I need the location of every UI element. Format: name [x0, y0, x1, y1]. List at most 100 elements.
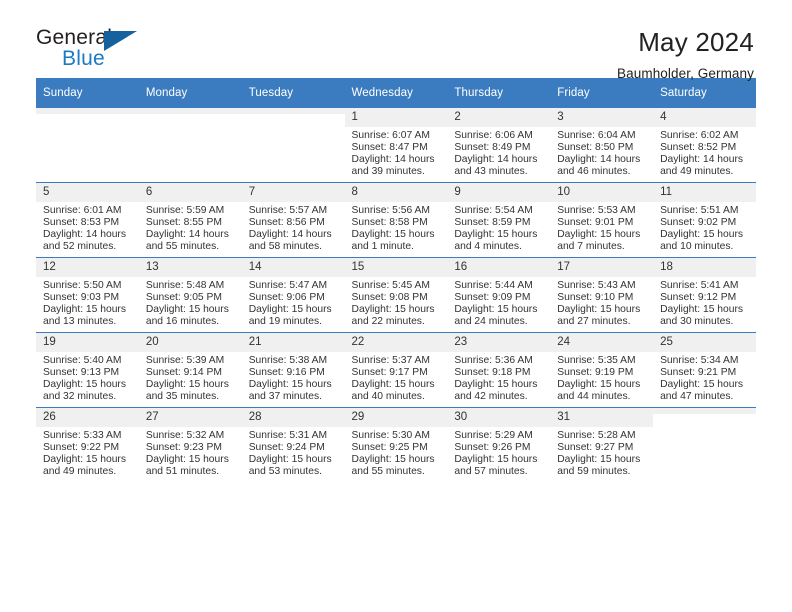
calendar-day-cell[interactable]: 11 Sunrise: 5:51 AM Sunset: 9:02 PM Dayligh… [653, 182, 756, 258]
calendar-day-cell[interactable]: 4 Sunrise: 6:02 AM Sunset: 8:52 PM Daylight… [653, 107, 756, 183]
calendar-day-cell[interactable]: 25 Sunrise: 5:34 AM Sunset: 9:21 PM Dayligh… [653, 332, 756, 408]
day-sun-info: Sunrise: 5:47 AM Sunset: 9:06 PM Daylight:… [242, 277, 345, 328]
daylight-text-line1: Daylight: 15 hours [351, 303, 435, 315]
daylight-text-line2: and 49 minutes. [660, 165, 734, 177]
calendar-day-cell[interactable]: 1 Sunrise: 6:07 AM Sunset: 8:47 PM Daylight… [344, 107, 448, 183]
daylight-text-line2: and 19 minutes. [248, 315, 322, 327]
calendar-day-cell[interactable]: 12 Sunrise: 5:50 AM Sunset: 9:03 PM Dayligh… [36, 257, 139, 333]
day-number: 15 [344, 258, 448, 277]
calendar-day-cell[interactable]: 26 Sunrise: 5:33 AM Sunset: 9:22 PM Dayligh… [36, 407, 139, 482]
calendar-day-cell[interactable]: 8 Sunrise: 5:56 AM Sunset: 8:58 PM Daylight… [344, 182, 448, 258]
day-sun-info: Sunrise: 5:36 AM Sunset: 9:18 PM Daylight:… [447, 352, 550, 403]
sunset-text: Sunset: 9:27 PM [557, 441, 634, 453]
calendar-day-cell[interactable]: 22 Sunrise: 5:37 AM Sunset: 9:17 PM Dayligh… [344, 332, 448, 408]
sunrise-text: Sunrise: 5:54 AM [454, 205, 533, 216]
calendar-day-cell-empty [138, 107, 242, 183]
sunrise-text: Sunrise: 5:37 AM [351, 355, 430, 366]
calendar-day-cell-empty [36, 107, 139, 183]
calendar-day-cell[interactable]: 18 Sunrise: 5:41 AM Sunset: 9:12 PM Dayligh… [653, 257, 756, 333]
calendar-day-cell[interactable]: 10 Sunrise: 5:53 AM Sunset: 9:01 PM Dayligh… [550, 182, 654, 258]
daylight-text-line1: Daylight: 15 hours [557, 378, 641, 390]
daylight-text-line1: Daylight: 14 hours [454, 153, 538, 165]
calendar-day-cell[interactable]: 14 Sunrise: 5:47 AM Sunset: 9:06 PM Dayligh… [241, 257, 345, 333]
day-sun-info: Sunrise: 5:31 AM Sunset: 9:24 PM Daylight:… [242, 427, 345, 478]
day-number: 6 [138, 183, 242, 202]
daylight-text-line1: Daylight: 14 hours [557, 153, 641, 165]
calendar-week-row: 1 Sunrise: 6:07 AM Sunset: 8:47 PM Daylight… [36, 107, 756, 183]
daylight-text-line1: Daylight: 15 hours [43, 303, 126, 315]
sunset-text: Sunset: 9:12 PM [660, 291, 737, 303]
daylight-text-line2: and 32 minutes. [43, 390, 117, 402]
sunrise-text: Sunrise: 5:36 AM [454, 355, 533, 366]
sunrise-text: Sunrise: 5:53 AM [557, 205, 636, 216]
sunset-text: Sunset: 8:50 PM [557, 141, 634, 153]
day-number: 20 [138, 333, 242, 352]
calendar-day-cell[interactable]: 23 Sunrise: 5:36 AM Sunset: 9:18 PM Dayligh… [447, 332, 551, 408]
day-sun-info: Sunrise: 5:51 AM Sunset: 9:02 PM Daylight:… [653, 202, 756, 253]
calendar-day-cell[interactable]: 13 Sunrise: 5:48 AM Sunset: 9:05 PM Dayligh… [138, 257, 242, 333]
sunrise-text: Sunrise: 5:30 AM [351, 430, 430, 441]
calendar-day-cell-empty [241, 107, 345, 183]
day-number: 5 [36, 183, 139, 202]
calendar-day-cell[interactable]: 2 Sunrise: 6:06 AM Sunset: 8:49 PM Daylight… [447, 107, 551, 183]
calendar-day-cell[interactable]: 6 Sunrise: 5:59 AM Sunset: 8:55 PM Daylight… [138, 182, 242, 258]
daylight-text-line2: and 55 minutes. [145, 240, 220, 252]
calendar-day-cell[interactable]: 20 Sunrise: 5:39 AM Sunset: 9:14 PM Dayligh… [138, 332, 242, 408]
sunset-text: Sunset: 8:59 PM [454, 216, 531, 228]
daylight-text-line2: and 42 minutes. [454, 390, 528, 402]
calendar-day-cell[interactable]: 28 Sunrise: 5:31 AM Sunset: 9:24 PM Dayligh… [241, 407, 345, 482]
calendar-day-cell[interactable]: 30 Sunrise: 5:29 AM Sunset: 9:26 PM Dayligh… [447, 407, 551, 482]
sunrise-text: Sunrise: 5:50 AM [43, 280, 122, 291]
sunrise-text: Sunrise: 5:44 AM [454, 280, 533, 291]
day-number: 14 [241, 258, 345, 277]
sunset-text: Sunset: 9:09 PM [454, 291, 531, 303]
calendar-day-cell[interactable]: 31 Sunrise: 5:28 AM Sunset: 9:27 PM Dayligh… [550, 407, 654, 482]
daylight-text-line2: and 58 minutes. [248, 240, 322, 252]
sunset-text: Sunset: 9:06 PM [248, 291, 325, 303]
daylight-text-line2: and 47 minutes. [660, 390, 734, 402]
daylight-text-line1: Daylight: 14 hours [351, 153, 435, 165]
calendar-day-cell[interactable]: 15 Sunrise: 5:45 AM Sunset: 9:08 PM Dayligh… [344, 257, 448, 333]
calendar-day-cell[interactable]: 3 Sunrise: 6:04 AM Sunset: 8:50 PM Daylight… [550, 107, 654, 183]
calendar-day-cell[interactable]: 19 Sunrise: 5:40 AM Sunset: 9:13 PM Dayligh… [36, 332, 139, 408]
general-blue-logo: General Blue [36, 26, 146, 78]
sunset-text: Sunset: 9:25 PM [351, 441, 428, 453]
daylight-text-line2: and 10 minutes. [660, 240, 734, 252]
calendar-day-cell[interactable]: 24 Sunrise: 5:35 AM Sunset: 9:19 PM Dayligh… [550, 332, 654, 408]
sunset-text: Sunset: 9:08 PM [351, 291, 428, 303]
sunrise-text: Sunrise: 6:07 AM [351, 130, 430, 141]
calendar-day-cell[interactable]: 29 Sunrise: 5:30 AM Sunset: 9:25 PM Dayligh… [344, 407, 448, 482]
daylight-text-line2: and 49 minutes. [43, 465, 117, 477]
calendar-day-cell[interactable]: 27 Sunrise: 5:32 AM Sunset: 9:23 PM Dayligh… [138, 407, 242, 482]
sunrise-text: Sunrise: 6:02 AM [660, 130, 739, 141]
calendar-day-cell[interactable]: 5 Sunrise: 6:01 AM Sunset: 8:53 PM Daylight… [36, 182, 139, 258]
sunrise-text: Sunrise: 5:43 AM [557, 280, 636, 291]
calendar-day-cell[interactable]: 9 Sunrise: 5:54 AM Sunset: 8:59 PM Daylight… [447, 182, 551, 258]
sunrise-text: Sunrise: 5:28 AM [557, 430, 636, 441]
calendar-day-cell[interactable]: 21 Sunrise: 5:38 AM Sunset: 9:16 PM Dayligh… [241, 332, 345, 408]
daylight-text-line2: and 40 minutes. [351, 390, 425, 402]
calendar-day-cell[interactable]: 7 Sunrise: 5:57 AM Sunset: 8:56 PM Daylight… [241, 182, 345, 258]
calendar-day-cell[interactable]: 17 Sunrise: 5:43 AM Sunset: 9:10 PM Dayligh… [550, 257, 654, 333]
day-number: 13 [138, 258, 242, 277]
sunset-text: Sunset: 8:52 PM [660, 141, 737, 153]
sunset-text: Sunset: 9:10 PM [557, 291, 634, 303]
daylight-text-line2: and 35 minutes. [145, 390, 220, 402]
daylight-text-line1: Daylight: 15 hours [454, 453, 538, 465]
daylight-text-line1: Daylight: 15 hours [557, 453, 641, 465]
sunrise-text: Sunrise: 5:40 AM [43, 355, 122, 366]
daylight-text-line1: Daylight: 15 hours [660, 378, 744, 390]
calendar-week-row: 19 Sunrise: 5:40 AM Sunset: 9:13 PM Dayligh… [36, 332, 756, 408]
daylight-text-line2: and 59 minutes. [557, 465, 631, 477]
day-number: 22 [344, 333, 448, 352]
sunset-text: Sunset: 8:58 PM [351, 216, 428, 228]
calendar-day-cell[interactable]: 16 Sunrise: 5:44 AM Sunset: 9:09 PM Dayligh… [447, 257, 551, 333]
sunset-text: Sunset: 9:18 PM [454, 366, 531, 378]
day-sun-info: Sunrise: 5:56 AM Sunset: 8:58 PM Daylight:… [345, 202, 448, 253]
day-number: 10 [550, 183, 654, 202]
weekday-header-thursday: Thursday [447, 78, 551, 108]
day-number: 4 [653, 108, 756, 127]
sunset-text: Sunset: 8:56 PM [248, 216, 325, 228]
day-sun-info: Sunrise: 5:57 AM Sunset: 8:56 PM Daylight:… [242, 202, 345, 253]
daylight-text-line2: and 30 minutes. [660, 315, 734, 327]
